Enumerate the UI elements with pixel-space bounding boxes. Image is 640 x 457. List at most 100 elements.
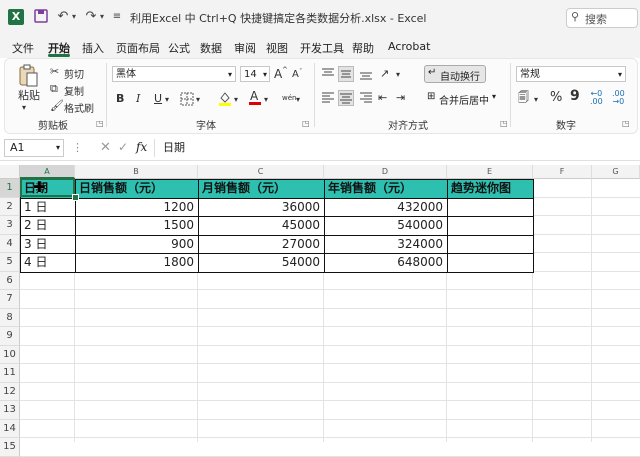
merge-center-button[interactable]: ⊞ 合并后居中 ▾ (424, 90, 504, 108)
font-size-select[interactable]: 14 ▾ (240, 66, 270, 82)
table-cell[interactable]: 432000 (324, 197, 448, 217)
table-cell[interactable]: 2 日 (20, 216, 76, 236)
percent-button[interactable]: % (550, 90, 562, 106)
formula-bar-more-icon[interactable]: ⋮ (72, 141, 83, 154)
row-header[interactable]: 13 (0, 401, 20, 420)
increase-decimal-icon[interactable]: ←0.00 (590, 90, 603, 106)
table-cell[interactable]: 45000 (198, 216, 325, 236)
borders-dropdown-icon[interactable]: ▾ (196, 92, 200, 108)
name-box[interactable]: A1 ▾ (4, 139, 64, 157)
menu-acrobat[interactable]: Acrobat (388, 40, 430, 53)
save-icon[interactable] (34, 9, 48, 25)
increase-indent-icon[interactable]: ⇥ (396, 90, 405, 106)
table-cell[interactable] (447, 234, 534, 254)
phonetic-guide-button[interactable]: wén (282, 90, 296, 106)
menu-data[interactable]: 数据 (200, 40, 222, 56)
column-header[interactable]: C (198, 165, 324, 179)
font-launcher-icon[interactable]: ◳ (302, 119, 310, 128)
menu-review[interactable]: 审阅 (234, 40, 256, 56)
menu-file[interactable]: 文件 (12, 40, 34, 56)
italic-button[interactable]: I (136, 91, 140, 107)
decrease-indent-icon[interactable]: ⇤ (378, 90, 387, 106)
fill-color-icon[interactable] (218, 90, 232, 106)
paste-dropdown-icon[interactable]: ▾ (22, 100, 26, 116)
table-cell[interactable] (447, 253, 534, 273)
align-center-icon[interactable] (338, 90, 354, 106)
table-cell[interactable]: 3 日 (20, 234, 76, 254)
orientation-dropdown-icon[interactable]: ▾ (396, 67, 400, 83)
select-all-corner[interactable] (0, 165, 20, 179)
table-cell[interactable]: 4 日 (20, 253, 76, 273)
table-cell[interactable]: 1 日 (20, 197, 76, 217)
orientation-icon[interactable]: ↗ (380, 66, 389, 82)
row-header[interactable]: 8 (0, 308, 20, 327)
table-cell[interactable]: 324000 (324, 234, 448, 254)
table-cell[interactable] (447, 216, 534, 236)
menu-formulas[interactable]: 公式 (168, 40, 190, 56)
copy-button[interactable]: 复制 (64, 83, 84, 98)
row-header[interactable]: 7 (0, 290, 20, 309)
row-header[interactable]: 14 (0, 419, 20, 438)
confirm-entry-icon[interactable]: ✓ (118, 140, 128, 154)
align-left-icon[interactable] (320, 90, 336, 106)
insert-function-button[interactable]: fx (136, 140, 147, 154)
number-format-select[interactable]: 常规 ▾ (516, 66, 626, 82)
number-launcher-icon[interactable]: ◳ (622, 119, 630, 128)
formula-input[interactable]: 日期 (154, 139, 636, 157)
table-cell[interactable]: 1500 (75, 216, 199, 236)
currency-icon[interactable]: 🗐 (518, 90, 529, 106)
copy-icon[interactable]: ⧉ (50, 81, 58, 97)
column-header[interactable]: E (447, 165, 533, 179)
currency-dropdown-icon[interactable]: ▾ (534, 92, 538, 108)
row-header[interactable]: 2 (0, 197, 20, 216)
row-header[interactable]: 5 (0, 253, 20, 272)
table-cell[interactable]: 900 (75, 234, 199, 254)
borders-icon[interactable] (180, 92, 194, 106)
align-bottom-icon[interactable] (358, 66, 374, 82)
redo-dropdown-icon[interactable]: ▾ (98, 9, 106, 25)
column-header[interactable]: F (533, 165, 592, 179)
align-right-icon[interactable] (358, 90, 374, 106)
align-middle-icon[interactable] (338, 66, 354, 82)
format-painter-button[interactable]: 格式刷 (64, 100, 94, 115)
fill-color-dropdown-icon[interactable]: ▾ (234, 92, 238, 108)
undo-icon[interactable]: ↶ (56, 9, 70, 25)
column-header[interactable]: G (592, 165, 640, 179)
merge-dropdown-icon[interactable]: ▾ (492, 92, 496, 101)
table-cell[interactable]: 540000 (324, 216, 448, 236)
decrease-decimal-icon[interactable]: .00 →0 (612, 90, 625, 106)
row-header[interactable]: 12 (0, 382, 20, 401)
table-header-cell[interactable]: 日销售额（元） (75, 179, 199, 199)
table-header-cell[interactable]: 月销售额（元） (198, 179, 325, 199)
row-header[interactable]: 6 (0, 271, 20, 290)
table-cell[interactable]: 54000 (198, 253, 325, 273)
undo-dropdown-icon[interactable]: ▾ (70, 9, 78, 25)
paste-icon[interactable] (16, 64, 42, 88)
customize-toolbar-icon[interactable]: ≡ (112, 9, 122, 25)
search-box[interactable]: ⚲ 搜索 (566, 8, 638, 28)
menu-developer[interactable]: 开发工具 (300, 40, 344, 56)
table-cell[interactable]: 36000 (198, 197, 325, 217)
font-grow-button[interactable]: A (274, 66, 282, 82)
underline-dropdown-icon[interactable]: ▾ (165, 92, 169, 108)
underline-button[interactable]: U (154, 91, 162, 107)
cancel-entry-icon[interactable]: ✕ (100, 140, 111, 155)
row-header[interactable]: 15 (0, 438, 20, 457)
wrap-text-button[interactable]: ↵ 自动换行 (424, 65, 486, 83)
menu-page-layout[interactable]: 页面布局 (116, 40, 160, 56)
table-header-cell[interactable]: 趋势迷你图 (447, 179, 534, 199)
format-painter-icon[interactable]: 🖌 (50, 98, 64, 114)
cut-button[interactable]: 剪切 (64, 66, 84, 81)
align-top-icon[interactable] (320, 66, 336, 82)
column-header[interactable]: B (75, 165, 198, 179)
comma-style-button[interactable]: 9 (570, 88, 580, 104)
column-header[interactable]: A (20, 165, 75, 179)
redo-icon[interactable]: ↷ (84, 9, 98, 25)
row-header[interactable]: 1 (0, 179, 20, 198)
table-cell[interactable] (447, 197, 534, 217)
font-name-select[interactable]: 黑体 ▾ (112, 66, 236, 82)
font-shrink-button[interactable]: A (292, 67, 299, 83)
table-cell[interactable]: 1800 (75, 253, 199, 273)
menu-insert[interactable]: 插入 (82, 40, 104, 56)
row-header[interactable]: 10 (0, 345, 20, 364)
